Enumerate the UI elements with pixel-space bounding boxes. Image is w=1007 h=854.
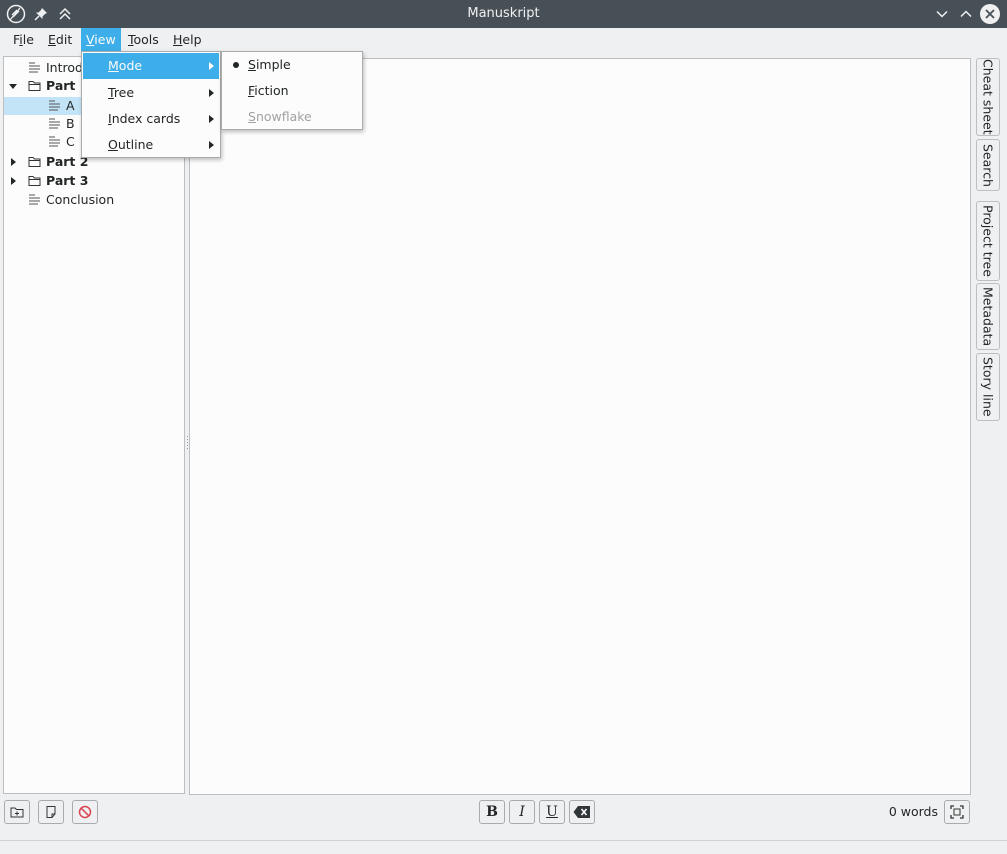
text-document-icon bbox=[49, 100, 60, 111]
collapsed-arrow-icon[interactable] bbox=[8, 153, 18, 171]
tree-item-label: Introd bbox=[46, 60, 83, 75]
view-menu: Mode Tree Index cards Outline bbox=[81, 51, 221, 158]
tree-item-part-3[interactable]: Part 3 bbox=[4, 172, 184, 190]
tree-item-label: C bbox=[66, 134, 75, 149]
dock-tab-metadata[interactable]: Metadata bbox=[976, 283, 1000, 350]
menu-item-fiction[interactable]: Fiction bbox=[223, 78, 361, 104]
text-document-icon bbox=[29, 194, 40, 205]
submenu-arrow-icon bbox=[209, 115, 214, 123]
dock-tab-search[interactable]: Search bbox=[976, 139, 1000, 191]
menu-bar: File Edit View Tools Help bbox=[0, 28, 1007, 52]
status-bar bbox=[0, 840, 1007, 854]
menu-help[interactable]: Help bbox=[168, 28, 207, 52]
maximize-icon[interactable] bbox=[956, 4, 976, 24]
text-document-icon bbox=[49, 118, 60, 129]
fullscreen-icon bbox=[950, 805, 964, 819]
menu-file[interactable]: File bbox=[8, 28, 39, 52]
outline-tree[interactable]: Introd Part 1 A B C Part 2 Part 3 Conclu… bbox=[3, 56, 185, 794]
menu-edit[interactable]: Edit bbox=[43, 28, 77, 52]
italic-button[interactable]: I bbox=[509, 800, 535, 824]
menu-item-tree[interactable]: Tree bbox=[83, 80, 219, 106]
clear-format-button[interactable] bbox=[569, 800, 595, 824]
menu-item-outline[interactable]: Outline bbox=[83, 132, 219, 158]
underline-button[interactable]: U bbox=[539, 800, 565, 824]
submenu-arrow-icon bbox=[209, 89, 214, 97]
submenu-arrow-icon bbox=[209, 141, 214, 149]
radio-checked-icon bbox=[233, 62, 239, 68]
collapsed-arrow-icon[interactable] bbox=[8, 172, 18, 190]
tree-item-label: Conclusion bbox=[46, 192, 115, 207]
menu-item-mode[interactable]: Mode bbox=[83, 53, 219, 79]
submenu-arrow-icon bbox=[209, 62, 214, 70]
folder-icon bbox=[28, 157, 41, 167]
clear-format-icon bbox=[573, 806, 590, 818]
dock-tab-cheat-sheet[interactable]: Cheat sheet bbox=[976, 58, 1000, 136]
text-editor[interactable] bbox=[189, 58, 971, 795]
window-titlebar: Manuskript bbox=[0, 0, 1007, 28]
menu-view[interactable]: View bbox=[81, 28, 121, 52]
folder-icon bbox=[28, 176, 41, 186]
delete-button[interactable] bbox=[72, 800, 98, 824]
tree-item-label: Part 3 bbox=[46, 173, 89, 188]
tree-item-label: B bbox=[66, 116, 75, 131]
folder-icon bbox=[28, 81, 41, 91]
bold-button[interactable]: B bbox=[479, 800, 505, 824]
mode-submenu: Simple Fiction Snowflake bbox=[221, 51, 363, 130]
add-text-icon bbox=[46, 806, 56, 818]
menu-item-simple[interactable]: Simple bbox=[223, 52, 361, 78]
dock-tab-story-line[interactable]: Story line bbox=[976, 353, 1000, 421]
fullscreen-button[interactable] bbox=[944, 800, 970, 824]
add-folder-button[interactable] bbox=[4, 800, 30, 824]
menu-item-index-cards[interactable]: Index cards bbox=[83, 106, 219, 132]
text-document-icon bbox=[29, 62, 40, 73]
window-title: Manuskript bbox=[467, 6, 540, 21]
text-document-icon bbox=[49, 136, 60, 147]
add-text-button[interactable] bbox=[38, 800, 64, 824]
tree-item-conclusion[interactable]: Conclusion bbox=[4, 191, 184, 209]
dock-tab-project-tree[interactable]: Project tree bbox=[976, 201, 1000, 281]
menu-item-snowflake: Snowflake bbox=[248, 109, 312, 124]
delete-icon bbox=[78, 805, 92, 819]
word-count: 0 words bbox=[888, 804, 938, 819]
close-icon[interactable] bbox=[980, 4, 1000, 24]
tree-item-label: A bbox=[66, 98, 75, 113]
minimize-icon[interactable] bbox=[932, 4, 952, 24]
add-folder-icon bbox=[10, 807, 24, 818]
expanded-arrow-icon[interactable] bbox=[8, 77, 18, 95]
menu-tools[interactable]: Tools bbox=[123, 28, 164, 52]
